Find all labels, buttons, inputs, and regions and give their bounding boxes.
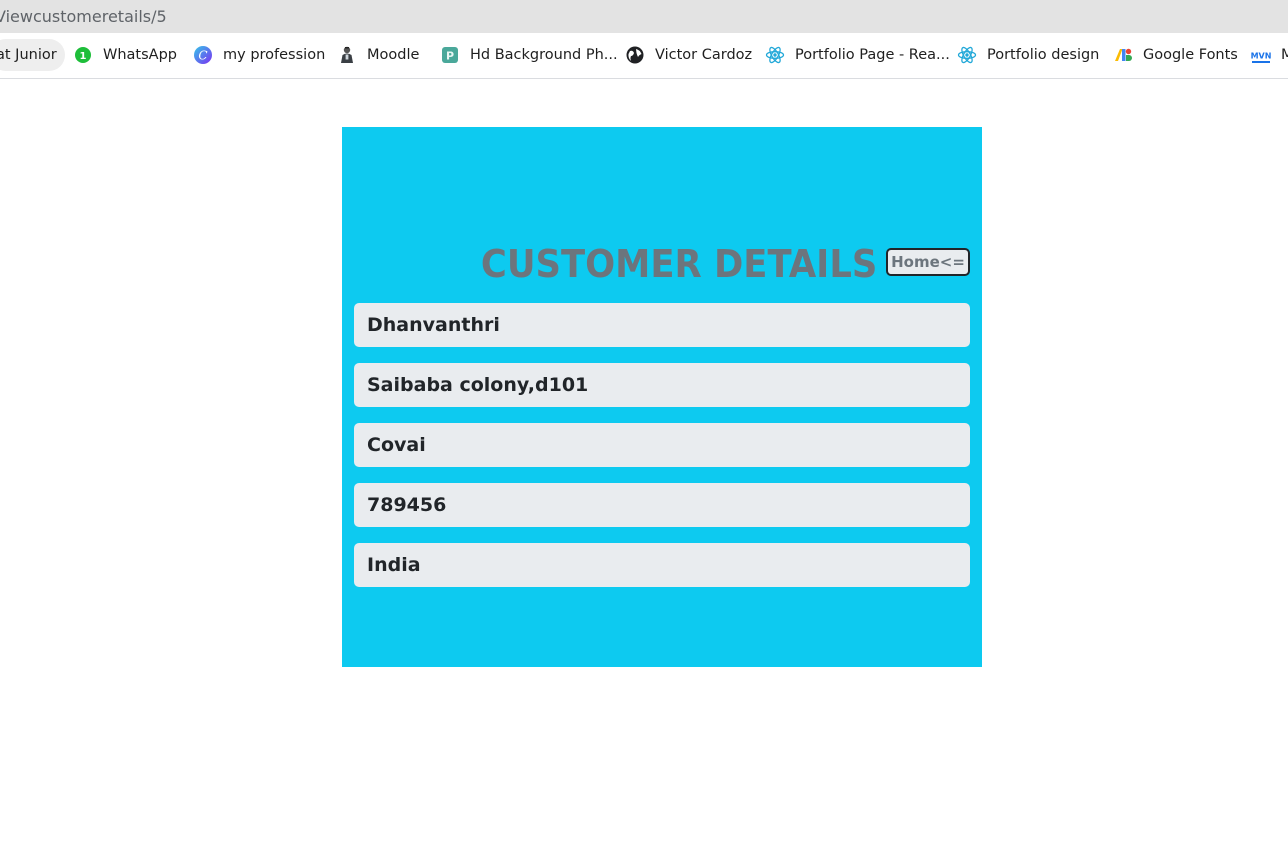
mvn-icon: MVN: [1251, 48, 1271, 63]
address-bar[interactable]: Viewcustomeretails/5: [0, 0, 1288, 33]
canva-icon: C: [194, 46, 212, 64]
whatsapp-icon: 1: [75, 47, 91, 63]
customer-address-field: Saibaba colony,d101: [354, 363, 970, 407]
bookmark-item-victor-cardoz[interactable]: Victor Cardoz: [625, 39, 752, 71]
bookmark-label: Hd Background Ph...: [470, 47, 618, 63]
bookmark-label: Google Fonts: [1143, 47, 1238, 63]
page-title-text: CUSTOMER DETAILS: [480, 242, 878, 286]
svg-text:C: C: [198, 49, 207, 63]
react-icon: [957, 46, 977, 64]
mvn-icon-text: MVN: [1251, 52, 1271, 61]
bookmark-item-portfolio-page[interactable]: Portfolio Page - Rea...: [765, 39, 950, 71]
address-url-text: Viewcustomeretails/5: [0, 7, 167, 26]
bookmark-label: Portfolio design: [987, 47, 1100, 63]
bookmark-label: Moodle: [367, 47, 420, 63]
photo-site-icon: P: [442, 47, 458, 63]
bookmark-item-at-junior[interactable]: at Junior: [0, 39, 65, 71]
bookmark-item-my-profession[interactable]: C my profession: [193, 39, 325, 71]
bookmark-item-google-fonts[interactable]: Google Fonts: [1113, 39, 1238, 71]
bookmark-label: Portfolio Page - Rea...: [795, 47, 950, 63]
page-title: CUSTOMER DETAILS: [342, 236, 898, 292]
globe-icon: [626, 46, 644, 64]
bookmark-label: at Junior: [0, 47, 57, 63]
customer-country-field: India: [354, 543, 970, 587]
bookmark-label: Victor Cardoz: [655, 47, 753, 63]
react-icon: [765, 46, 785, 64]
customer-name-field: Dhanvanthri: [354, 303, 970, 347]
bookmark-item-mvn[interactable]: MVN M: [1251, 39, 1288, 71]
bookmark-item-whatsapp[interactable]: 1 WhatsApp: [73, 39, 177, 71]
home-button[interactable]: Home<=: [886, 248, 970, 276]
bookmark-item-moodle[interactable]: Moodle: [337, 39, 419, 71]
bookmark-item-hd-background[interactable]: P Hd Background Ph...: [440, 39, 618, 71]
customer-city-field: Covai: [354, 423, 970, 467]
customer-pincode-field: 789456: [354, 483, 970, 527]
bookmark-item-portfolio-design[interactable]: Portfolio design: [957, 39, 1099, 71]
moodle-icon: [341, 46, 353, 63]
svg-text:P: P: [446, 50, 454, 63]
svg-text:1: 1: [80, 51, 87, 62]
bookmark-label: my profession: [223, 47, 326, 63]
bookmark-label: M: [1281, 39, 1288, 71]
bookmark-label: WhatsApp: [103, 47, 177, 63]
bookmarks-bar: at Junior 1 WhatsApp C my profession Moo…: [0, 33, 1288, 79]
google-fonts-icon: [1115, 48, 1132, 61]
